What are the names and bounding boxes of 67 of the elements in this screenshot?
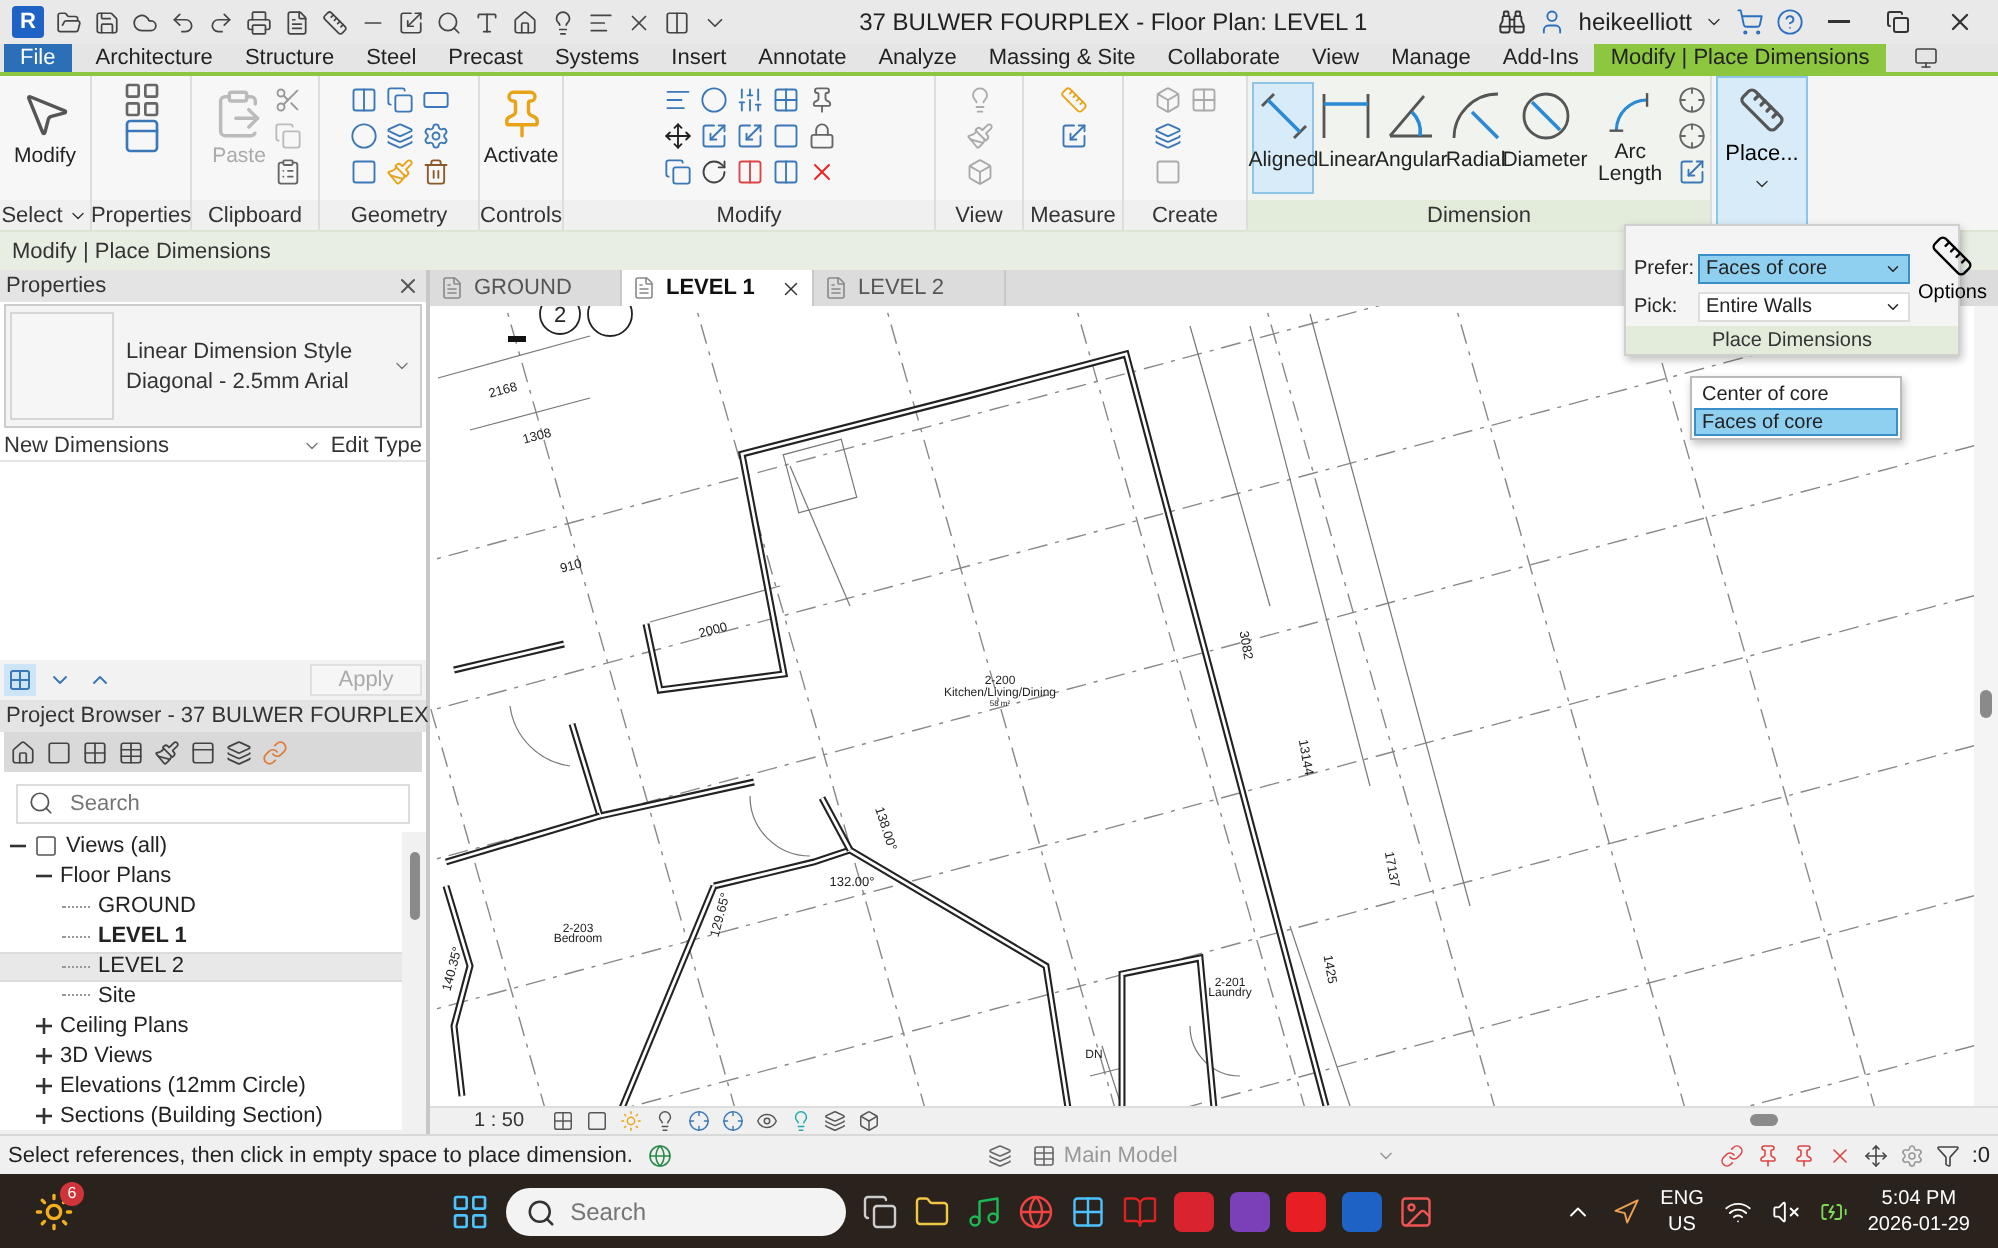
tree-item[interactable]: 3D Views <box>0 1040 402 1071</box>
app-logo[interactable]: R <box>12 6 44 38</box>
panel-title: Properties <box>6 274 107 298</box>
tree-item[interactable]: Sections (Building Section) <box>0 1100 402 1131</box>
ribbon-tab[interactable]: Annotate <box>742 44 863 72</box>
ribbon-tool-button[interactable]: Activate <box>484 82 558 194</box>
grid-bubble-label: 2 <box>553 306 567 328</box>
ribbon-tab[interactable]: Manage <box>1375 44 1487 72</box>
panel-title: Modify <box>564 200 934 230</box>
selection-count: :0 <box>1971 1143 1990 1167</box>
ribbon-tab[interactable]: Steel <box>350 44 433 72</box>
type-selector[interactable]: Linear Dimension Style Diagonal - 2.5mm Arial <box>4 304 422 428</box>
pick-dropdown[interactable]: Entire Walls <box>1698 292 1910 322</box>
ribbon-tab[interactable]: Collaborate <box>1151 44 1296 72</box>
ribbon-tab[interactable]: Massing & Site <box>972 44 1152 72</box>
tree-item[interactable]: Floor Plans <box>0 861 402 892</box>
ribbon-tab[interactable]: Architecture <box>79 44 229 72</box>
document-tab[interactable]: LEVEL 1 <box>622 270 814 306</box>
ribbon-tab[interactable]: Insert <box>655 44 743 72</box>
ribbon-tab[interactable]: Structure <box>228 44 351 72</box>
edit-type-button[interactable]: Edit Type <box>330 433 422 457</box>
panel-title: Place Dimensions <box>1626 326 1958 354</box>
ribbon-tool-button[interactable]: Arc Length <box>1586 82 1674 194</box>
view-scale[interactable]: 1 : 50 <box>474 1110 525 1132</box>
taskbar-search-field[interactable]: Search <box>506 1187 847 1235</box>
panel-title: Select <box>0 200 90 230</box>
notification-badge: 6 <box>60 1181 84 1205</box>
panel-title: Project Browser - 37 BULWER FOURPLEX <box>6 704 429 728</box>
panel-title: Create <box>1124 200 1246 230</box>
ribbon-tab[interactable]: Precast <box>432 44 539 72</box>
window-title: 37 BULWER FOURPLEX - Floor Plan: LEVEL 1 <box>857 8 1370 36</box>
panel-title: Controls <box>480 200 562 230</box>
ribbon-tab[interactable]: Add-Ins <box>1486 44 1595 72</box>
search-field[interactable]: Search <box>16 784 410 824</box>
panel-title: Properties <box>92 200 190 230</box>
clock[interactable]: 5:04 PM 2026-01-29 <box>1867 1185 1970 1237</box>
tree-item[interactable]: Views (all) <box>0 832 402 862</box>
panel-title: Dimension <box>1248 200 1710 230</box>
ribbon-tool-button[interactable]: Modify <box>10 82 80 194</box>
ribbon-tab[interactable]: View <box>1295 44 1376 72</box>
tree-item[interactable]: Site <box>0 981 402 1011</box>
ribbon-tab[interactable]: Analyze <box>862 44 973 72</box>
ribbon-tool-button[interactable]: Diameter <box>1507 82 1583 194</box>
tree-item[interactable]: Ceiling Plans <box>0 1010 402 1041</box>
file-menu-tab[interactable]: File <box>4 44 72 72</box>
tree-item[interactable]: LEVEL 2 <box>0 951 402 982</box>
status-message: Select references, then click in empty space to place dimension. <box>8 1143 635 1167</box>
panel-title: View <box>936 200 1022 230</box>
dropdown-option[interactable]: Faces of core <box>1694 408 1898 436</box>
field-label: Pick: <box>1634 296 1680 318</box>
panel-title: Clipboard <box>192 200 318 230</box>
instance-filter[interactable]: New Dimensions <box>4 433 323 457</box>
place-dimensions-button[interactable]: Place... <box>1716 76 1808 230</box>
tree-item[interactable]: GROUND <box>0 891 402 922</box>
tree-item[interactable]: LEVEL 1 <box>0 921 402 952</box>
tree-item[interactable]: Elevations (12mm Circle) <box>0 1070 402 1101</box>
prefer-dropdown[interactable]: Faces of core <box>1698 254 1910 284</box>
ribbon-tab[interactable]: Systems <box>538 44 656 72</box>
ribbon-tool-button[interactable]: Linear <box>1318 82 1375 194</box>
ribbon-tool-button[interactable]: Radial <box>1447 82 1504 194</box>
ribbon-tab[interactable]: Modify | Place Dimensions <box>1594 44 1886 72</box>
panel-title: Geometry <box>320 200 478 230</box>
user-name[interactable]: heikeelliott <box>1578 8 1692 36</box>
ribbon-tool-button[interactable]: Aligned <box>1252 82 1315 194</box>
language-indicator[interactable]: ENG US <box>1660 1185 1704 1237</box>
ribbon-tool-button[interactable]: Angular <box>1378 82 1444 194</box>
panel-title: Measure <box>1024 200 1122 230</box>
